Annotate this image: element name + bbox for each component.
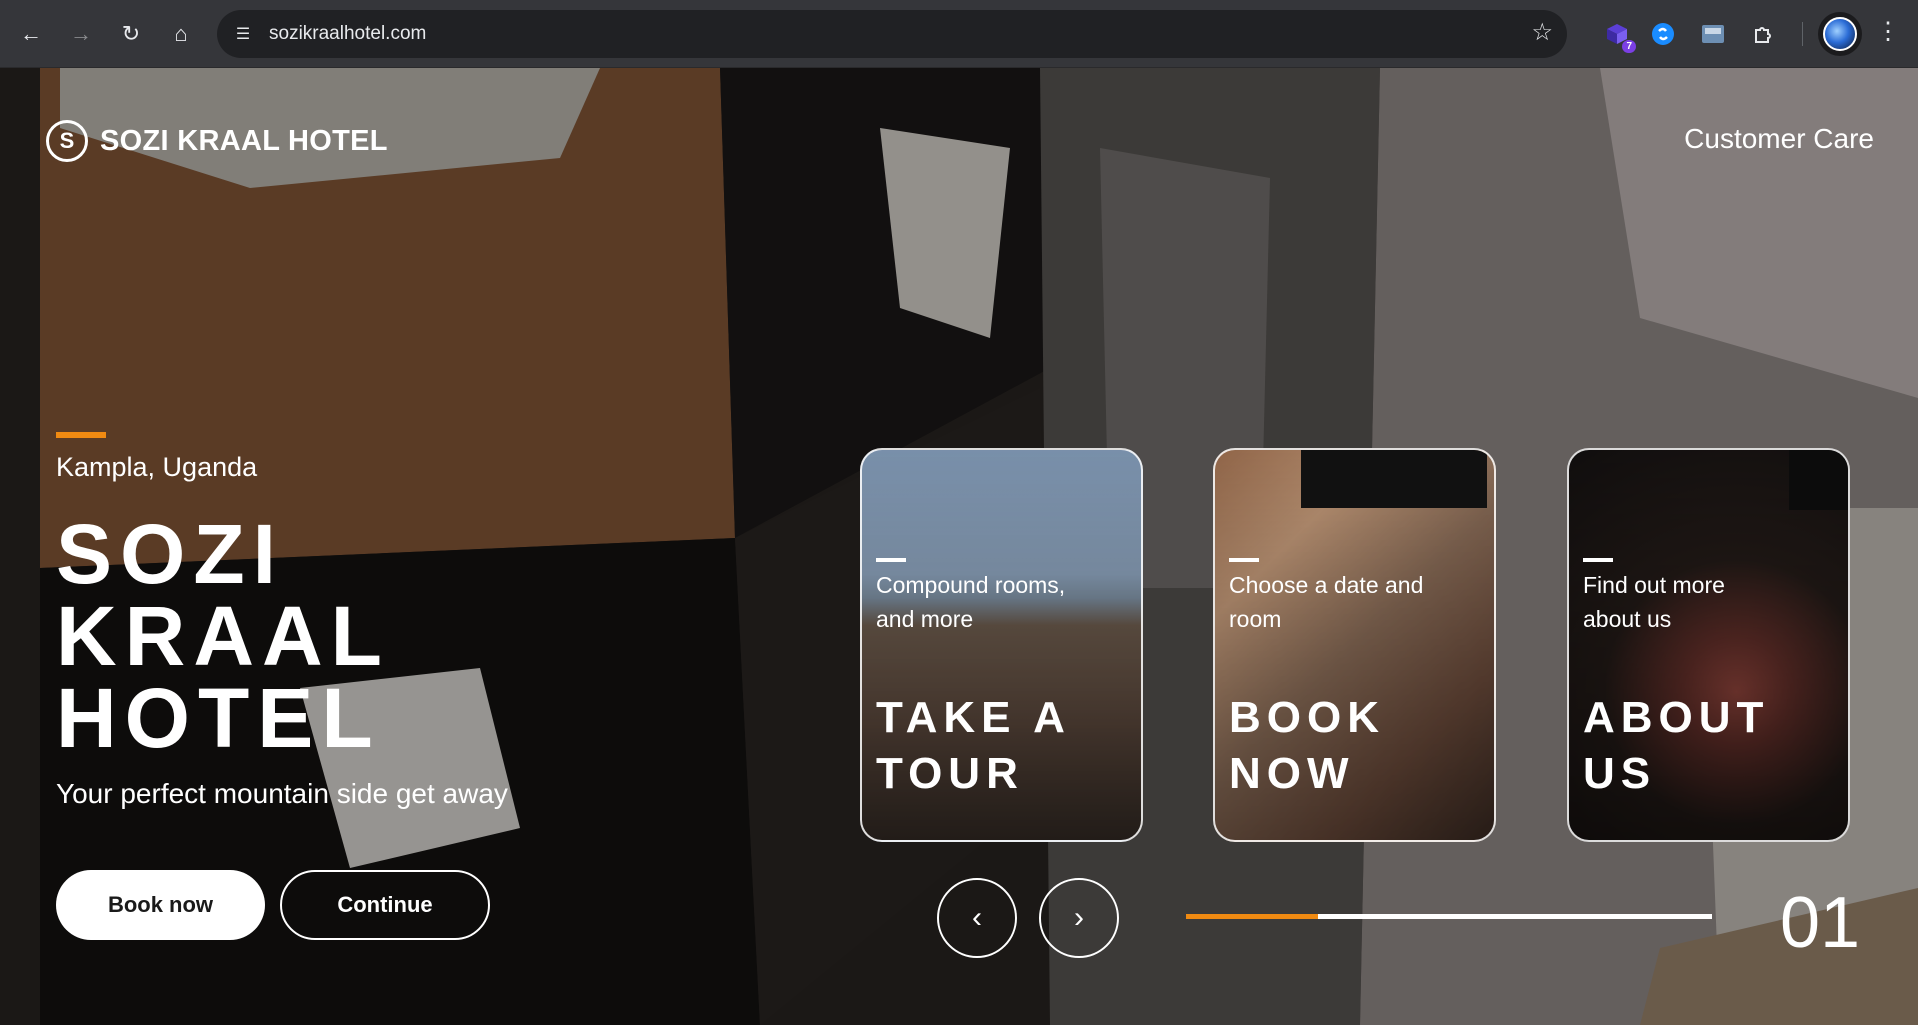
- back-icon[interactable]: ←: [14, 17, 48, 51]
- location-text: Kampla, Uganda: [56, 452, 258, 482]
- extensions-puzzle-icon[interactable]: [1746, 17, 1780, 51]
- slide-number: 01: [1780, 883, 1861, 963]
- url-text[interactable]: sozikraalhotel.com: [269, 23, 426, 45]
- address-bar[interactable]: ☰ sozikraalhotel.com ☆: [217, 10, 1567, 58]
- tour-card[interactable]: Compound rooms, and more TAKE A TOUR: [860, 448, 1143, 842]
- card-title: TAKE A TOUR: [876, 690, 1136, 802]
- book-card[interactable]: Choose a date and room BOOK NOW: [1213, 448, 1496, 842]
- prev-slide-button[interactable]: ‹: [937, 878, 1017, 958]
- hero-tagline: Your perfect mountain side get away: [56, 778, 508, 809]
- hero-section: S SOZI KRAAL HOTEL Customer Care Kampla,…: [0, 68, 1918, 1025]
- card-title: ABOUT US: [1583, 690, 1843, 802]
- card-caption: Compound rooms, and more: [876, 572, 1066, 632]
- accent-line: [56, 432, 106, 438]
- card-title-line: TAKE A: [876, 693, 1071, 742]
- card-title-line: NOW: [1229, 749, 1355, 798]
- continue-button[interactable]: Continue: [280, 870, 490, 940]
- extension-badge: 7: [1622, 40, 1636, 53]
- card-caption: Choose a date and room: [1229, 572, 1424, 632]
- forward-icon[interactable]: →: [64, 17, 98, 51]
- shazam-extension-icon[interactable]: [1646, 17, 1680, 51]
- next-slide-button[interactable]: ›: [1039, 878, 1119, 958]
- about-card[interactable]: Find out more about us ABOUT US: [1567, 448, 1850, 842]
- home-icon[interactable]: ⌂: [164, 17, 198, 51]
- site-logo[interactable]: S SOZI KRAAL HOTEL: [46, 120, 388, 162]
- card-title-line: TOUR: [876, 749, 1024, 798]
- hero-title: SOZI KRAAL HOTEL: [56, 507, 656, 765]
- card-tv-shape: [1301, 450, 1487, 508]
- slide-progress-track: [1186, 914, 1712, 919]
- customer-care-link[interactable]: Customer Care: [1684, 123, 1874, 155]
- extension-icon-purple[interactable]: 7: [1600, 17, 1636, 53]
- profile-avatar[interactable]: [1818, 12, 1862, 56]
- hero-title-line: HOTEL: [56, 671, 381, 765]
- browser-menu-icon[interactable]: ⋮: [1876, 17, 1900, 46]
- card-caption: Find out more about us: [1583, 572, 1725, 632]
- toolbar-separator: [1802, 22, 1803, 46]
- browser-toolbar: ← → ↻ ⌂ ☰ sozikraalhotel.com ☆ 7 ⋮: [0, 0, 1918, 68]
- bookmark-star-icon[interactable]: ☆: [1531, 21, 1553, 45]
- card-tv-shape: [1789, 450, 1848, 510]
- card-dash: [876, 558, 906, 562]
- site-info-icon[interactable]: ☰: [231, 22, 255, 46]
- card-title: BOOK NOW: [1229, 690, 1489, 802]
- chevron-right-icon: ›: [1074, 901, 1084, 934]
- slide-progress-fill: [1186, 914, 1318, 919]
- brand-name: SOZI KRAAL HOTEL: [100, 124, 388, 157]
- screenshot-extension-icon[interactable]: [1696, 17, 1730, 51]
- logo-icon: S: [46, 120, 88, 162]
- hero-title-line: KRAAL: [56, 589, 390, 683]
- card-title-line: BOOK: [1229, 693, 1385, 742]
- card-title-line: US: [1583, 749, 1657, 798]
- book-now-button[interactable]: Book now: [56, 870, 265, 940]
- card-title-line: ABOUT: [1583, 693, 1770, 742]
- reload-icon[interactable]: ↻: [114, 17, 148, 51]
- chevron-left-icon: ‹: [972, 901, 982, 934]
- hero-title-line: SOZI: [56, 507, 285, 601]
- card-dash: [1583, 558, 1613, 562]
- card-dash: [1229, 558, 1259, 562]
